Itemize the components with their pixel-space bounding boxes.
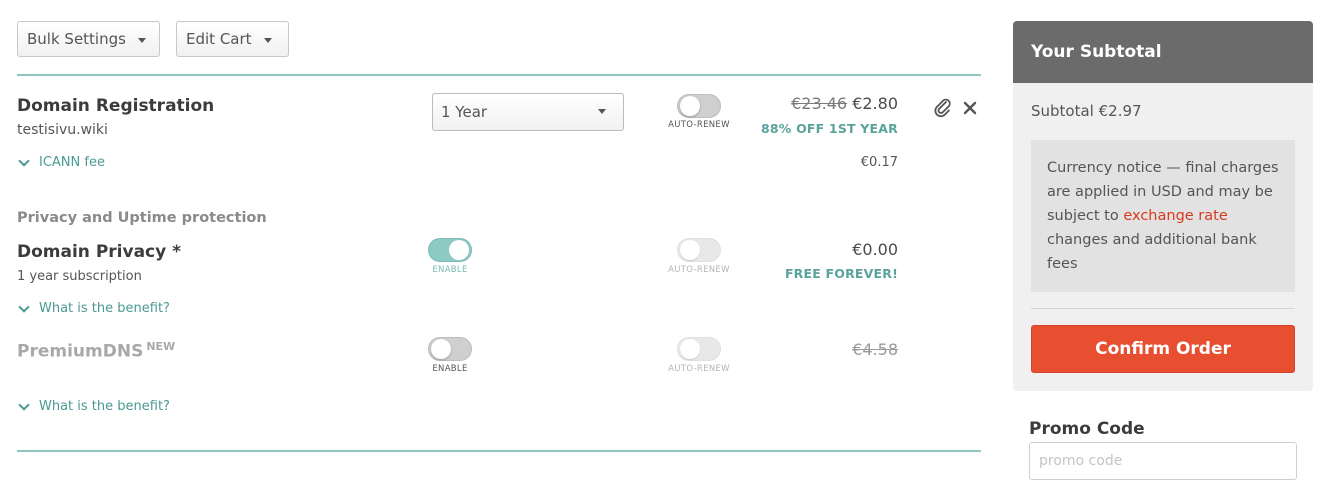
domain-new-price: €2.80 <box>852 94 898 113</box>
premium-dns-enable-label: ENABLE <box>432 364 468 374</box>
promo-code-heading: Promo Code <box>1029 419 1145 439</box>
edit-cart-dropdown[interactable]: Edit Cart <box>176 21 289 57</box>
icann-fee-toggle[interactable]: ICANN fee <box>17 154 105 170</box>
domain-privacy-subtitle: 1 year subscription <box>17 269 142 284</box>
domain-privacy-auto-renew-label: AUTO-RENEW <box>668 265 730 275</box>
bulk-settings-label: Bulk Settings <box>27 30 126 48</box>
subtotal-heading: Your Subtotal <box>1013 21 1313 83</box>
domain-privacy-enable-label: ENABLE <box>432 265 468 275</box>
divider-top <box>17 74 981 76</box>
privacy-section-heading: Privacy and Uptime protection <box>17 210 267 226</box>
domain-privacy-auto-renew-toggle[interactable] <box>677 238 721 262</box>
exchange-rate-link[interactable]: exchange rate <box>1123 208 1227 224</box>
domain-name: testisivu.wiki <box>17 122 108 138</box>
premium-dns-enable-toggle[interactable] <box>428 337 472 361</box>
registration-period-select[interactable]: 1 Year <box>432 93 624 131</box>
premium-dns-title-wrap: PremiumDNS NEW <box>17 340 175 362</box>
chevron-down-icon <box>18 398 30 411</box>
caret-down-icon <box>598 109 606 114</box>
paperclip-icon[interactable] <box>934 98 952 122</box>
premium-dns-price: €4.58 <box>852 340 898 359</box>
icann-fee-label: ICANN fee <box>39 155 105 170</box>
domain-privacy-enable-toggle[interactable] <box>428 238 472 262</box>
domain-privacy-title: Domain Privacy * <box>17 242 182 262</box>
domain-auto-renew-label: AUTO-RENEW <box>668 120 730 130</box>
domain-discount-tag: 88% OFF 1ST YEAR <box>761 121 898 136</box>
promo-code-input[interactable] <box>1029 442 1297 480</box>
icann-fee-price: €0.17 <box>860 155 898 170</box>
caret-down-icon <box>263 38 272 43</box>
currency-notice: Currency notice — final charges are appl… <box>1031 140 1295 292</box>
subtotal-label: Subtotal <box>1031 102 1094 120</box>
premium-dns-benefit-label: What is the benefit? <box>39 399 170 414</box>
premium-dns-auto-renew-label: AUTO-RENEW <box>668 364 730 374</box>
divider-bottom <box>17 450 981 452</box>
domain-registration-title: Domain Registration <box>17 96 215 116</box>
domain-old-price: €23.46 <box>791 94 848 113</box>
premium-dns-benefit-link[interactable]: What is the benefit? <box>17 398 170 414</box>
domain-auto-renew-toggle[interactable] <box>677 94 721 118</box>
confirm-order-button[interactable]: Confirm Order <box>1031 325 1295 373</box>
chevron-down-icon <box>18 154 30 167</box>
bulk-settings-dropdown[interactable]: Bulk Settings <box>17 21 160 57</box>
subtotal-panel: Your Subtotal Subtotal €2.97 Currency no… <box>1013 21 1313 391</box>
chevron-down-icon <box>18 300 30 313</box>
premium-dns-title: PremiumDNS <box>17 341 144 362</box>
domain-privacy-benefit-label: What is the benefit? <box>39 301 170 316</box>
domain-privacy-benefit-link[interactable]: What is the benefit? <box>17 300 170 316</box>
close-icon[interactable] <box>963 100 977 119</box>
currency-notice-text-end: changes and additional bank fees <box>1047 232 1257 272</box>
panel-divider <box>1031 308 1295 309</box>
subtotal-value: €2.97 <box>1098 102 1142 120</box>
edit-cart-label: Edit Cart <box>186 30 252 48</box>
domain-price: €23.46 €2.80 <box>791 94 898 113</box>
new-badge: NEW <box>146 340 176 353</box>
caret-down-icon <box>137 38 146 43</box>
subtotal-line: Subtotal €2.97 <box>1031 102 1142 120</box>
premium-dns-auto-renew-toggle[interactable] <box>677 337 721 361</box>
registration-period-value: 1 Year <box>441 103 488 121</box>
domain-privacy-price: €0.00 <box>852 240 898 259</box>
domain-privacy-free-tag: FREE FOREVER! <box>784 266 898 281</box>
